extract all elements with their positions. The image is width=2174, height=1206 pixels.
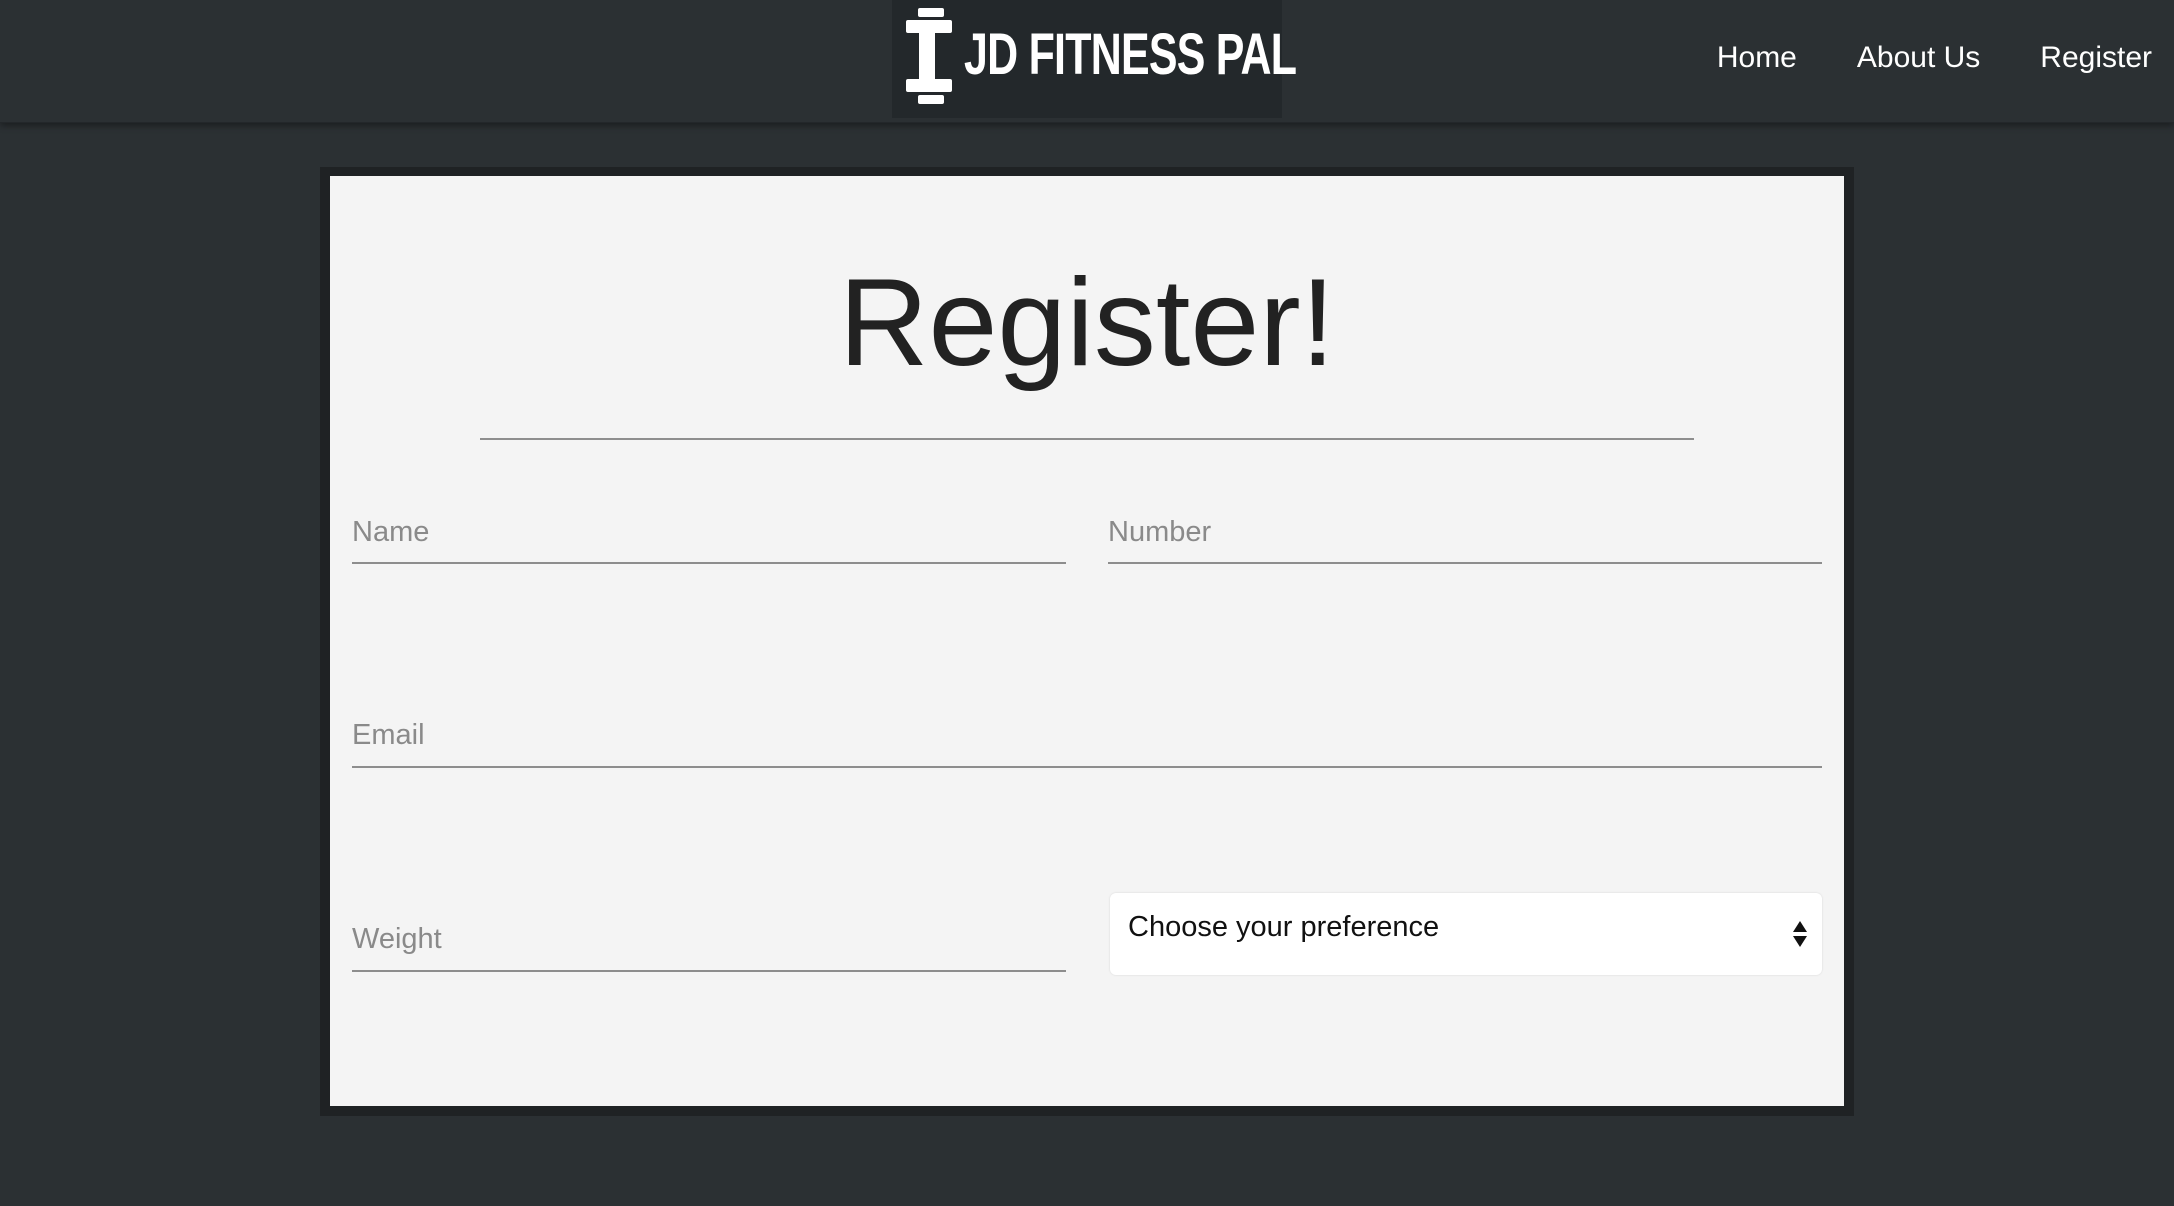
number-field[interactable] — [1108, 514, 1822, 564]
nav-home-link[interactable]: Home — [1717, 36, 1797, 80]
email-field[interactable] — [352, 716, 1822, 768]
top-navbar: JD FITNESS PAL Home About Us Register — [0, 0, 2174, 123]
name-field[interactable] — [352, 514, 1066, 564]
preference-select[interactable]: Choose your preference — [1110, 893, 1822, 975]
nav-register-link[interactable]: Register — [2040, 36, 2152, 80]
preference-selected-value: Choose your preference — [1128, 911, 1440, 943]
register-card: Register! Choose your preference — [330, 176, 1844, 1106]
brand-logo[interactable]: JD FITNESS PAL — [892, 0, 1297, 118]
dumbbell-icon — [906, 8, 952, 104]
nav-about-us-link[interactable]: About Us — [1857, 36, 1980, 80]
main-nav: Home About Us Register — [1657, 36, 2152, 80]
sort-arrows-icon — [1793, 921, 1807, 947]
title-divider — [480, 438, 1694, 440]
page-title: Register! — [838, 254, 1336, 392]
weight-field[interactable] — [352, 920, 1066, 972]
brand-name: JD FITNESS PAL — [964, 22, 1297, 87]
